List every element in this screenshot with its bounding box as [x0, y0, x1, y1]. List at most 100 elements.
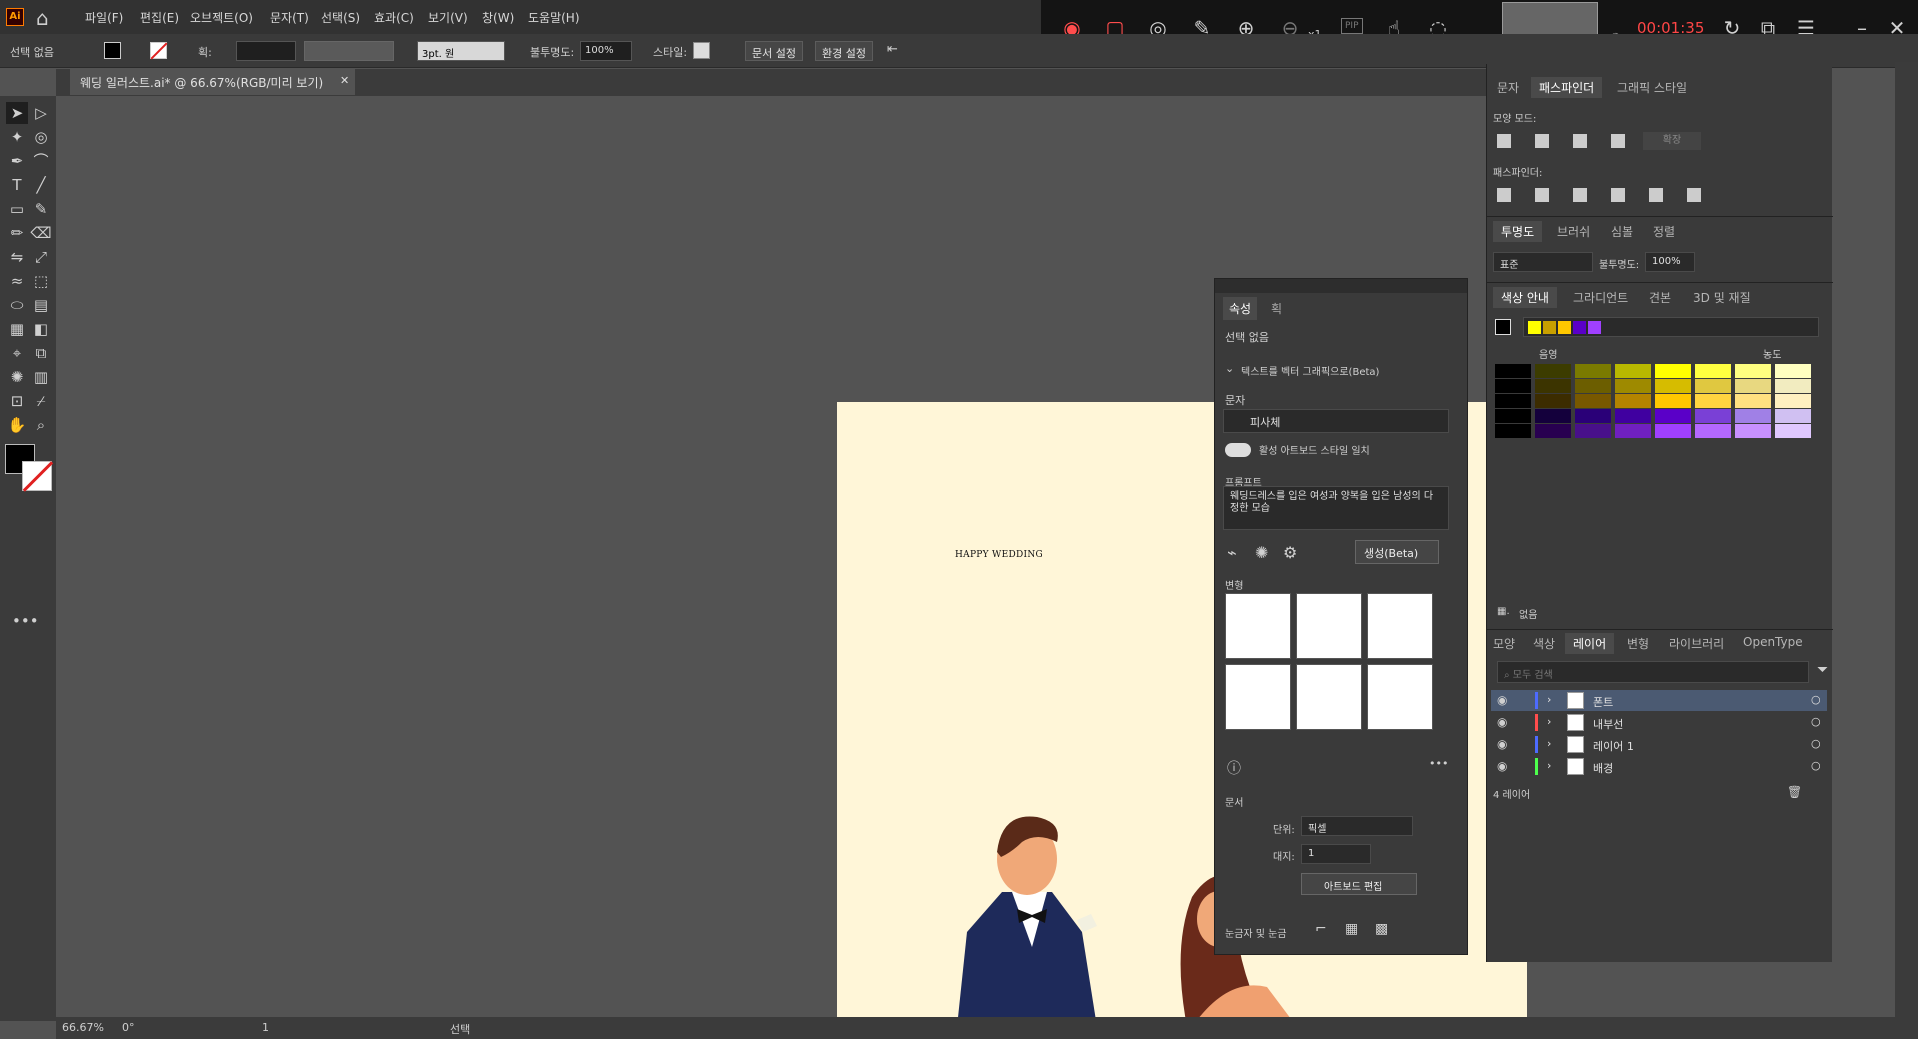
document-setup-button[interactable]: 문서 설정	[745, 41, 803, 61]
stroke-swatch[interactable]	[150, 42, 168, 60]
eye-icon[interactable]: ◉	[1497, 715, 1507, 729]
layer-row[interactable]: ◉ › 폰트 ○	[1491, 690, 1827, 711]
chevron-down-icon[interactable]: ⌄	[1225, 362, 1234, 375]
variation-thumb-1[interactable]	[1225, 593, 1291, 659]
guide-swatch[interactable]	[1775, 379, 1811, 393]
artboard-field[interactable]: 1	[1301, 844, 1371, 864]
tab-transparency[interactable]: 투명도	[1493, 221, 1543, 242]
target-icon[interactable]: ○	[1811, 715, 1821, 728]
guide-swatch[interactable]	[1575, 364, 1611, 378]
harmony-swatch[interactable]	[1558, 321, 1571, 334]
guide-swatch[interactable]	[1535, 424, 1571, 438]
tab-color[interactable]: 색상	[1533, 635, 1555, 652]
tab-3d-materials[interactable]: 3D 및 재질	[1693, 289, 1751, 306]
direct-selection-tool-icon[interactable]: ▷	[30, 102, 52, 124]
guide-swatch[interactable]	[1695, 394, 1731, 408]
guide-swatch[interactable]	[1655, 424, 1691, 438]
menu-file[interactable]: 파일(F)	[85, 9, 123, 26]
guide-swatch[interactable]	[1775, 409, 1811, 423]
crop-icon[interactable]	[1611, 188, 1625, 202]
guide-swatch[interactable]	[1655, 394, 1691, 408]
close-tab-icon[interactable]: ✕	[340, 74, 349, 87]
guide-swatch[interactable]	[1695, 409, 1731, 423]
divide-icon[interactable]	[1497, 188, 1511, 202]
brush-definition[interactable]: 3pt. 원	[417, 41, 505, 61]
guide-swatch[interactable]	[1535, 364, 1571, 378]
expand-layer-icon[interactable]: ›	[1547, 715, 1551, 728]
guide-swatch[interactable]	[1575, 379, 1611, 393]
lasso-icon[interactable]: ◎	[30, 126, 52, 148]
tab-align[interactable]: 정렬	[1653, 223, 1675, 240]
guide-swatch[interactable]	[1775, 394, 1811, 408]
tab-transform[interactable]: 변형	[1627, 635, 1649, 652]
symbol-sprayer-icon[interactable]: ✺	[6, 366, 28, 388]
zoom-level[interactable]: 66.67%	[62, 1021, 104, 1034]
guide-swatch[interactable]	[1735, 409, 1771, 423]
rectangle-tool-icon[interactable]: ▭	[6, 198, 28, 220]
warp-icon[interactable]: ≈	[6, 270, 28, 292]
guide-swatch[interactable]	[1735, 424, 1771, 438]
hand-icon[interactable]: ✋	[6, 414, 28, 436]
panel-header[interactable]	[1215, 279, 1467, 293]
menu-object[interactable]: 오브젝트(O)	[190, 9, 253, 26]
info-icon[interactable]: ⓘ	[1227, 758, 1241, 778]
guide-swatch[interactable]	[1535, 394, 1571, 408]
style-match-toggle[interactable]	[1225, 443, 1251, 457]
guide-swatch[interactable]	[1655, 364, 1691, 378]
eyedropper-icon[interactable]: ⌖	[6, 342, 28, 364]
mesh-icon[interactable]: ▦	[6, 318, 28, 340]
opacity-field[interactable]: 100%	[1645, 252, 1695, 272]
tab-character[interactable]: 문자	[1497, 79, 1519, 96]
layer-name[interactable]: 배경	[1593, 760, 1613, 776]
reflect-icon[interactable]: ⇋	[6, 246, 28, 268]
perspective-icon[interactable]: ▤	[30, 294, 52, 316]
opacity-field[interactable]: 100%	[580, 41, 632, 61]
guide-swatch[interactable]	[1535, 379, 1571, 393]
layer-row[interactable]: ◉ › 내부선 ○	[1491, 712, 1827, 733]
blend-icon[interactable]: ⧉	[30, 342, 52, 364]
guide-swatch[interactable]	[1735, 364, 1771, 378]
harmony-swatch[interactable]	[1528, 321, 1541, 334]
exclude-icon[interactable]	[1611, 134, 1625, 148]
variation-thumb-6[interactable]	[1367, 664, 1433, 730]
tab-color-guide[interactable]: 색상 안내	[1493, 287, 1557, 308]
tab-graphic-styles[interactable]: 그래픽 스타일	[1617, 79, 1687, 96]
variation-thumb-4[interactable]	[1225, 664, 1291, 730]
tab-properties[interactable]: 속성	[1223, 297, 1258, 320]
swatch-library-icon[interactable]: ▦.	[1497, 606, 1510, 617]
text-to-vector-section-title[interactable]: 텍스트를 벡터 그래픽으로(Beta)	[1241, 363, 1379, 378]
rotation-field[interactable]: 0°	[122, 1021, 135, 1034]
shape-builder-icon[interactable]: ⬭	[6, 294, 28, 316]
more-options-icon[interactable]: •••	[1429, 757, 1448, 770]
minus-back-icon[interactable]	[1687, 188, 1701, 202]
eye-icon[interactable]: ◉	[1497, 737, 1507, 751]
gradient-icon[interactable]: ◧	[30, 318, 52, 340]
tab-stroke[interactable]: 획	[1271, 300, 1282, 317]
magic-wand-icon[interactable]: ✦	[6, 126, 28, 148]
tab-libraries[interactable]: 라이브러리	[1669, 635, 1724, 652]
tab-appearance[interactable]: 모양	[1493, 635, 1515, 652]
guide-swatch[interactable]	[1775, 424, 1811, 438]
preferences-button[interactable]: 환경 설정	[815, 41, 873, 61]
guide-swatch[interactable]	[1535, 409, 1571, 423]
free-transform-icon[interactable]: ⬚	[30, 270, 52, 292]
pixel-grid-icon[interactable]: ▩	[1375, 921, 1388, 937]
harmony-swatch[interactable]	[1573, 321, 1586, 334]
guide-swatch[interactable]	[1495, 364, 1531, 378]
guide-swatch[interactable]	[1615, 409, 1651, 423]
paintbrush-icon[interactable]: ✎	[30, 198, 52, 220]
variable-width-profile[interactable]	[304, 41, 394, 61]
guide-swatch[interactable]	[1695, 424, 1731, 438]
edit-artboard-button[interactable]: 아트보드 편집	[1301, 873, 1417, 895]
pencil-icon[interactable]: ✏	[6, 222, 28, 244]
guide-swatch[interactable]	[1695, 379, 1731, 393]
eye-icon[interactable]: ◉	[1497, 759, 1507, 773]
tab-brushes[interactable]: 브러쉬	[1557, 223, 1590, 240]
tab-swatches[interactable]: 견본	[1649, 289, 1671, 306]
eye-icon[interactable]: ◉	[1497, 693, 1507, 707]
guide-swatch[interactable]	[1615, 364, 1651, 378]
home-icon[interactable]: ⌂	[36, 6, 49, 30]
trash-icon[interactable]: 🗑	[1787, 785, 1802, 799]
menu-type[interactable]: 문자(T)	[270, 9, 309, 26]
outline-icon[interactable]	[1649, 188, 1663, 202]
